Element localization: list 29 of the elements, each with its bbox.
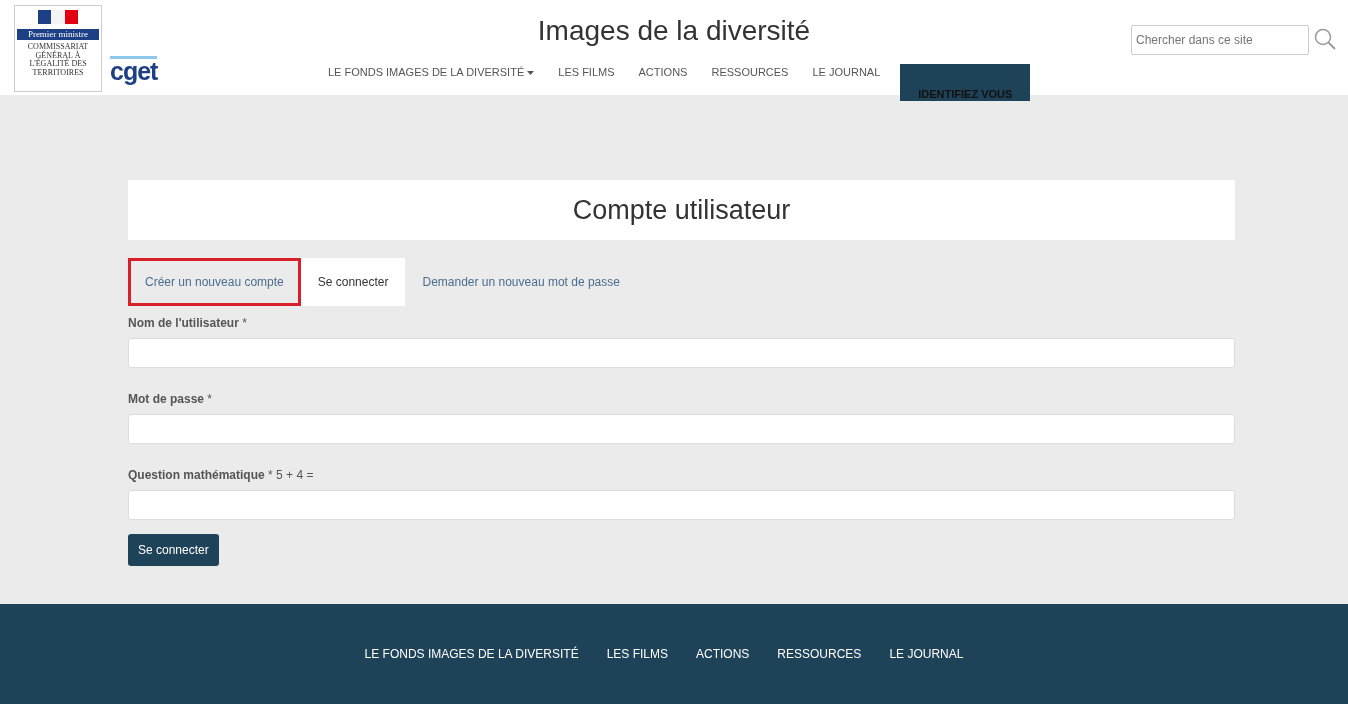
- tab[interactable]: Se connecter: [300, 258, 406, 306]
- footer-link[interactable]: LES FILMS: [606, 645, 668, 663]
- tab[interactable]: Créer un nouveau compte: [128, 258, 301, 306]
- footer-link[interactable]: RESSOURCES: [777, 645, 862, 663]
- logo-band-text: Premier ministre: [17, 29, 99, 40]
- tab[interactable]: Demander un nouveau mot de passe: [405, 258, 637, 306]
- field-label: Mot de passe*: [128, 391, 214, 408]
- footer-link[interactable]: LE JOURNAL: [889, 645, 964, 663]
- search-field[interactable]: Chercher dans ce site: [1131, 25, 1309, 55]
- site-title: Images de la diversité: [536, 16, 812, 47]
- search-icon[interactable]: [1313, 27, 1337, 51]
- logo-wordmark: cget: [110, 56, 158, 84]
- caret-icon: [527, 71, 535, 76]
- nav-link[interactable]: LE JOURNAL: [800, 57, 893, 88]
- nav-link[interactable]: LES FILMS: [546, 57, 627, 88]
- logo-org-text: COMMISSARIAT GÉNÉRAL À L'ÉGALITÉ DES TERRITOIRES: [26, 42, 90, 78]
- field-label: Question mathématique* 5 + 4 =: [128, 467, 315, 484]
- nav-link[interactable]: ACTIONS: [626, 57, 700, 88]
- footer-link[interactable]: LE FONDS IMAGES DE LA DIVERSITÉ: [364, 645, 579, 663]
- page-title: Compte utilisateur: [572, 193, 791, 227]
- nav-link[interactable]: LE FONDS IMAGES DE LA DIVERSITÉ: [316, 57, 547, 88]
- submit-button[interactable]: Se connecter: [128, 534, 219, 566]
- field-label: Nom de l'utilisateur*: [128, 315, 248, 332]
- input-field[interactable]: [128, 338, 1235, 368]
- input-field[interactable]: [128, 414, 1235, 444]
- footer-link[interactable]: ACTIONS: [696, 645, 750, 663]
- flag-icon: [38, 10, 78, 24]
- nav-link[interactable]: RESSOURCES: [699, 57, 801, 88]
- input-field[interactable]: [128, 490, 1235, 520]
